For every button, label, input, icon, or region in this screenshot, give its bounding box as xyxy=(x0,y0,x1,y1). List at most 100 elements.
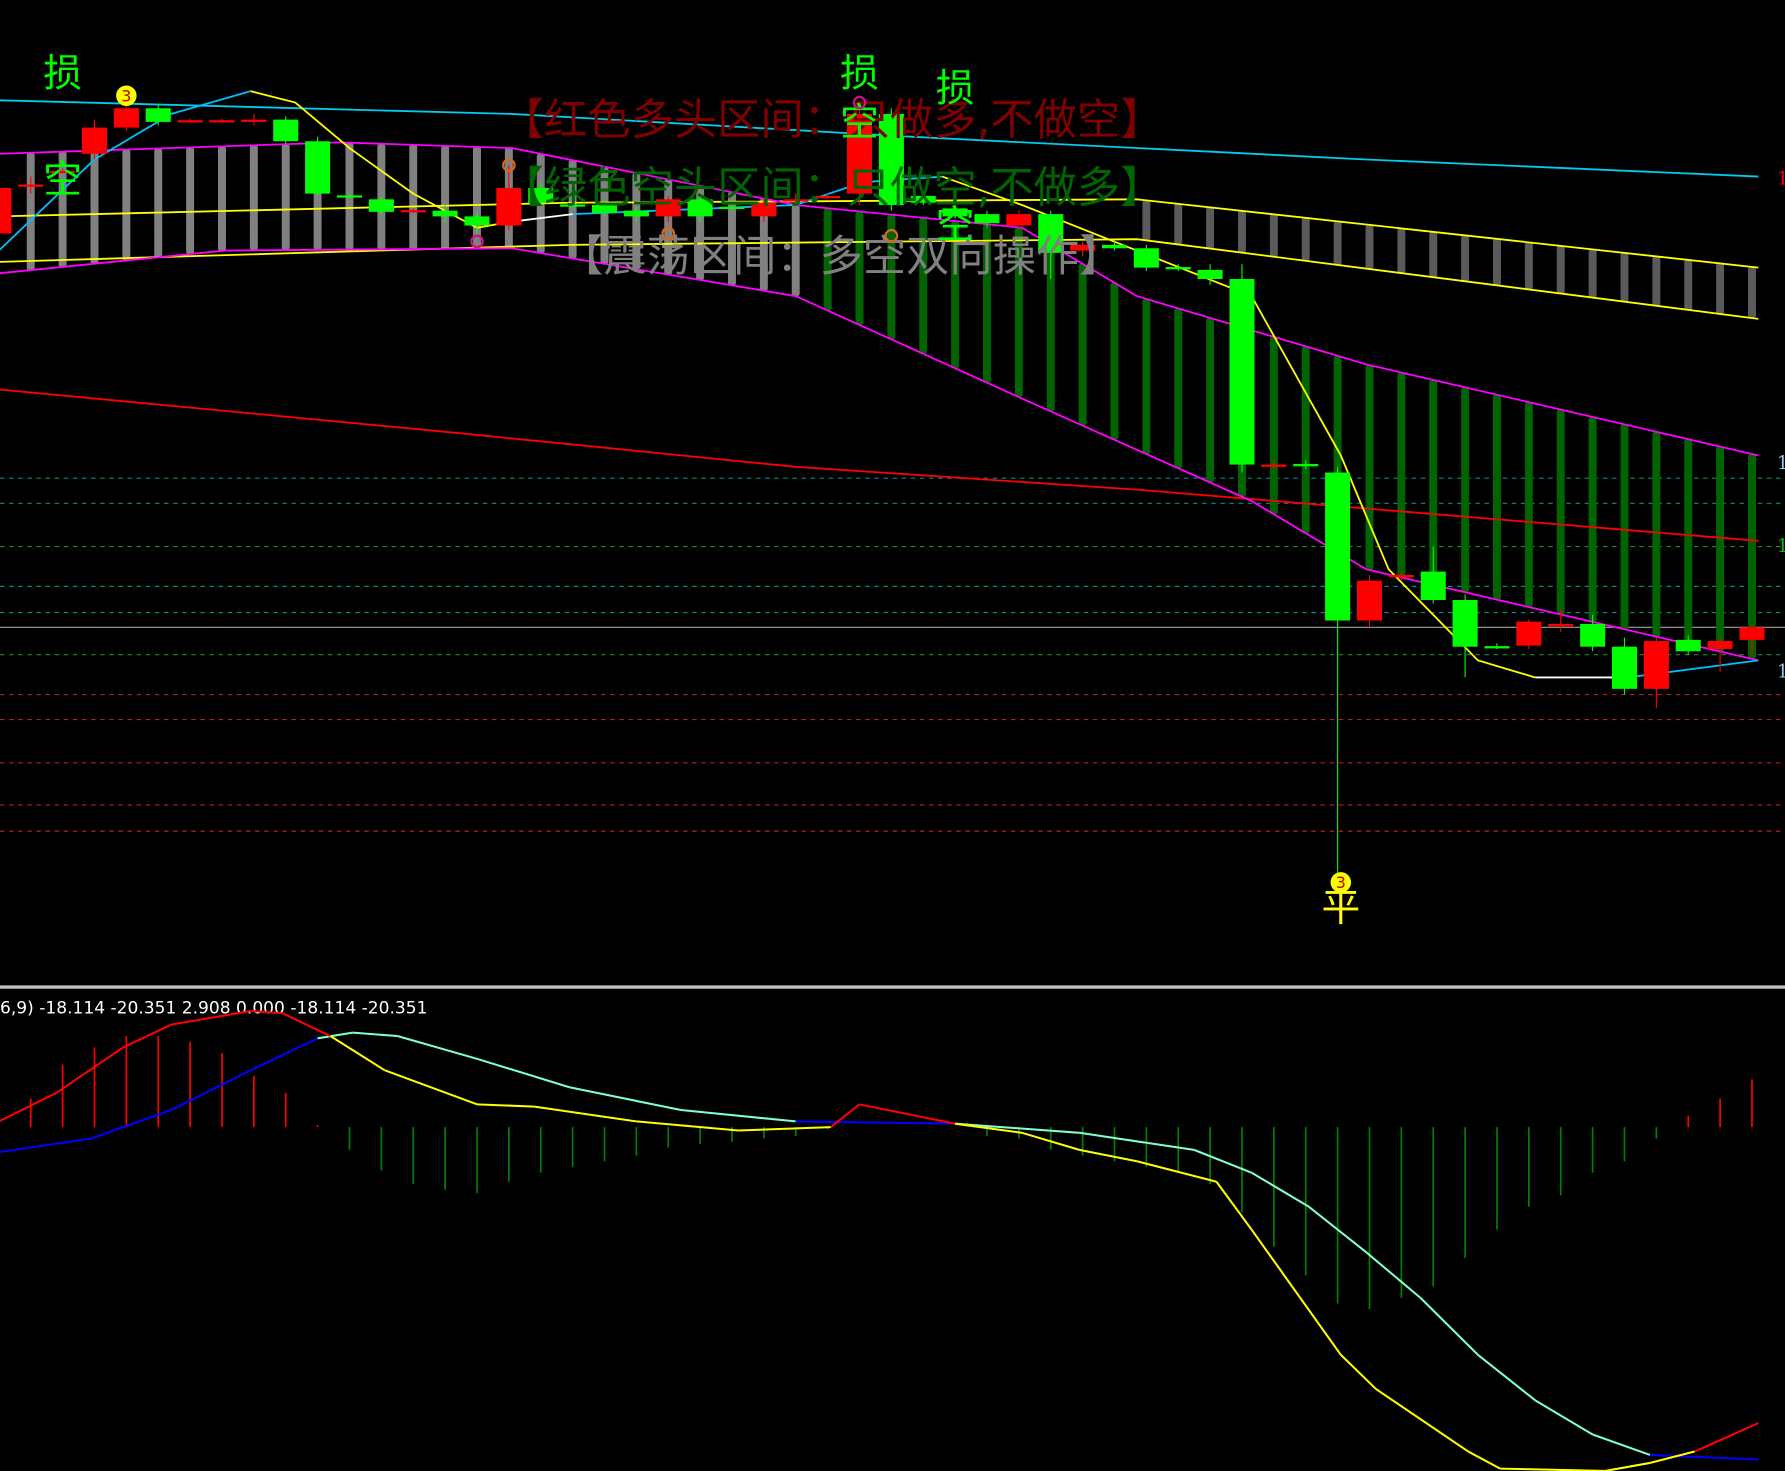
axis-label: 1 xyxy=(1777,169,1785,190)
band-bar-gray xyxy=(1206,207,1215,249)
candle-up xyxy=(1739,627,1765,640)
band-bar-gray xyxy=(441,145,450,249)
band-bar-green xyxy=(1078,263,1087,426)
band-bar-gray xyxy=(122,149,131,261)
candle-down xyxy=(1420,571,1446,601)
band-bar-gray xyxy=(26,152,35,271)
candle-up xyxy=(1006,214,1032,226)
signal-marker: 损 xyxy=(936,66,975,111)
macd-header: 6,9) -18.114 -20.351 2.908 0.000 -18.114… xyxy=(0,998,427,1018)
band-bar-green xyxy=(1206,317,1215,483)
band-bar-gray xyxy=(90,150,99,264)
candle-down xyxy=(1293,463,1319,467)
candle-down xyxy=(1452,600,1478,647)
signal-number: 3 xyxy=(121,86,131,105)
band-bar-green xyxy=(1397,372,1406,578)
signal-marker: 空 xyxy=(43,157,82,202)
candle-down xyxy=(464,216,490,226)
band-bar-gray xyxy=(154,148,163,258)
candle-down xyxy=(432,210,458,217)
band-bar-gray xyxy=(1556,245,1565,294)
band-bar-gray xyxy=(1716,263,1725,314)
candle-up xyxy=(1707,641,1733,649)
band-bar-gray xyxy=(218,146,226,251)
band-bar-gray xyxy=(1429,231,1438,278)
candle-up xyxy=(1356,580,1383,621)
candle-down xyxy=(273,119,299,142)
candle-up xyxy=(113,108,139,128)
band-bar-green xyxy=(1524,402,1533,608)
candle-down xyxy=(1484,646,1510,649)
band-bar-gray xyxy=(249,145,258,251)
band-bar-gray xyxy=(1365,224,1374,269)
band-bar-gray xyxy=(1684,259,1693,310)
stock-chart[interactable]: 【红色多头区间：只做多,不做空】 【绿色空头区间：只做空,不做多】 【震荡区间：… xyxy=(0,0,1785,1471)
candle-down xyxy=(1675,639,1701,652)
bull-zone-text: 【红色多头区间：只做多,不做空】 xyxy=(501,95,1164,145)
band-bar-green xyxy=(1652,431,1661,637)
candle-down xyxy=(1165,267,1191,270)
range-zone-text: 【震荡区间：多空双向操作】 xyxy=(560,232,1122,282)
axis-label: 1 xyxy=(1777,536,1785,557)
band-bar-green xyxy=(1110,282,1119,440)
signal-marker: 损 xyxy=(43,52,82,97)
band-bar-green xyxy=(1461,387,1470,593)
bear-zone-text: 【绿色空头区间：只做空,不做多】 xyxy=(501,164,1164,214)
band-bar-green xyxy=(1301,346,1310,534)
candle-down xyxy=(974,214,1000,224)
candle-down xyxy=(1325,472,1351,621)
band-bar-gray xyxy=(1652,256,1661,306)
band-bar-green xyxy=(1269,336,1278,515)
zone-legend-texts: 【红色多头区间：只做多,不做空】 【绿色空头区间：只做空,不做多】 【震荡区间：… xyxy=(501,95,1164,282)
candle-up xyxy=(1388,574,1414,578)
band-bar-gray xyxy=(1301,217,1310,261)
band-bar-gray xyxy=(1174,203,1183,245)
band-bar-gray xyxy=(377,143,386,250)
band-bar-green xyxy=(1174,308,1183,469)
candle-up xyxy=(400,210,426,213)
candle-up xyxy=(1516,621,1542,646)
candle-down xyxy=(145,108,171,122)
band-bar-gray xyxy=(1524,242,1533,290)
band-bar-gray xyxy=(1269,214,1278,257)
band-bar-green xyxy=(1493,394,1501,600)
band-bar-gray xyxy=(1461,235,1470,282)
axis-label: 1 xyxy=(1777,453,1785,474)
band-bar-green xyxy=(1620,424,1629,630)
candle-down xyxy=(1580,623,1606,647)
candle-up xyxy=(81,127,108,154)
band-bar-green xyxy=(1556,409,1565,615)
candle-down xyxy=(305,141,331,194)
band-bar-gray xyxy=(1333,221,1342,265)
band-bar-green xyxy=(1365,365,1374,571)
candle-down xyxy=(1229,279,1255,465)
candle-down xyxy=(1197,269,1223,280)
band-bar-gray xyxy=(409,144,418,250)
candle-up xyxy=(18,184,44,187)
candle-up xyxy=(1261,464,1287,467)
band-bar-gray xyxy=(1397,228,1406,274)
candle-up xyxy=(177,120,203,123)
band-bar-green xyxy=(1142,298,1151,455)
candle-up xyxy=(209,120,235,123)
band-bar-gray xyxy=(1493,238,1501,286)
band-bar-gray xyxy=(1588,249,1597,298)
band-bar-gray xyxy=(1748,266,1756,319)
candle-down xyxy=(336,195,363,198)
candle-up xyxy=(241,119,267,122)
signal-marker: 损 xyxy=(840,52,879,97)
band-bar-green xyxy=(1588,416,1597,622)
candle-down xyxy=(368,199,394,212)
band-bar-gray xyxy=(281,144,290,251)
band-bar-gray xyxy=(186,147,195,255)
candle-up xyxy=(0,187,12,234)
band-bar-green xyxy=(1684,439,1693,645)
band-bar-green xyxy=(1716,446,1725,652)
signal-marker: 平 xyxy=(1321,886,1360,931)
candle-up xyxy=(1643,641,1669,689)
candle-up xyxy=(1548,623,1574,627)
signal-marker: 空 xyxy=(936,203,975,248)
axis-label: 1 xyxy=(1777,661,1785,682)
candle-down xyxy=(1133,248,1159,268)
band-bar-gray xyxy=(1238,210,1246,253)
